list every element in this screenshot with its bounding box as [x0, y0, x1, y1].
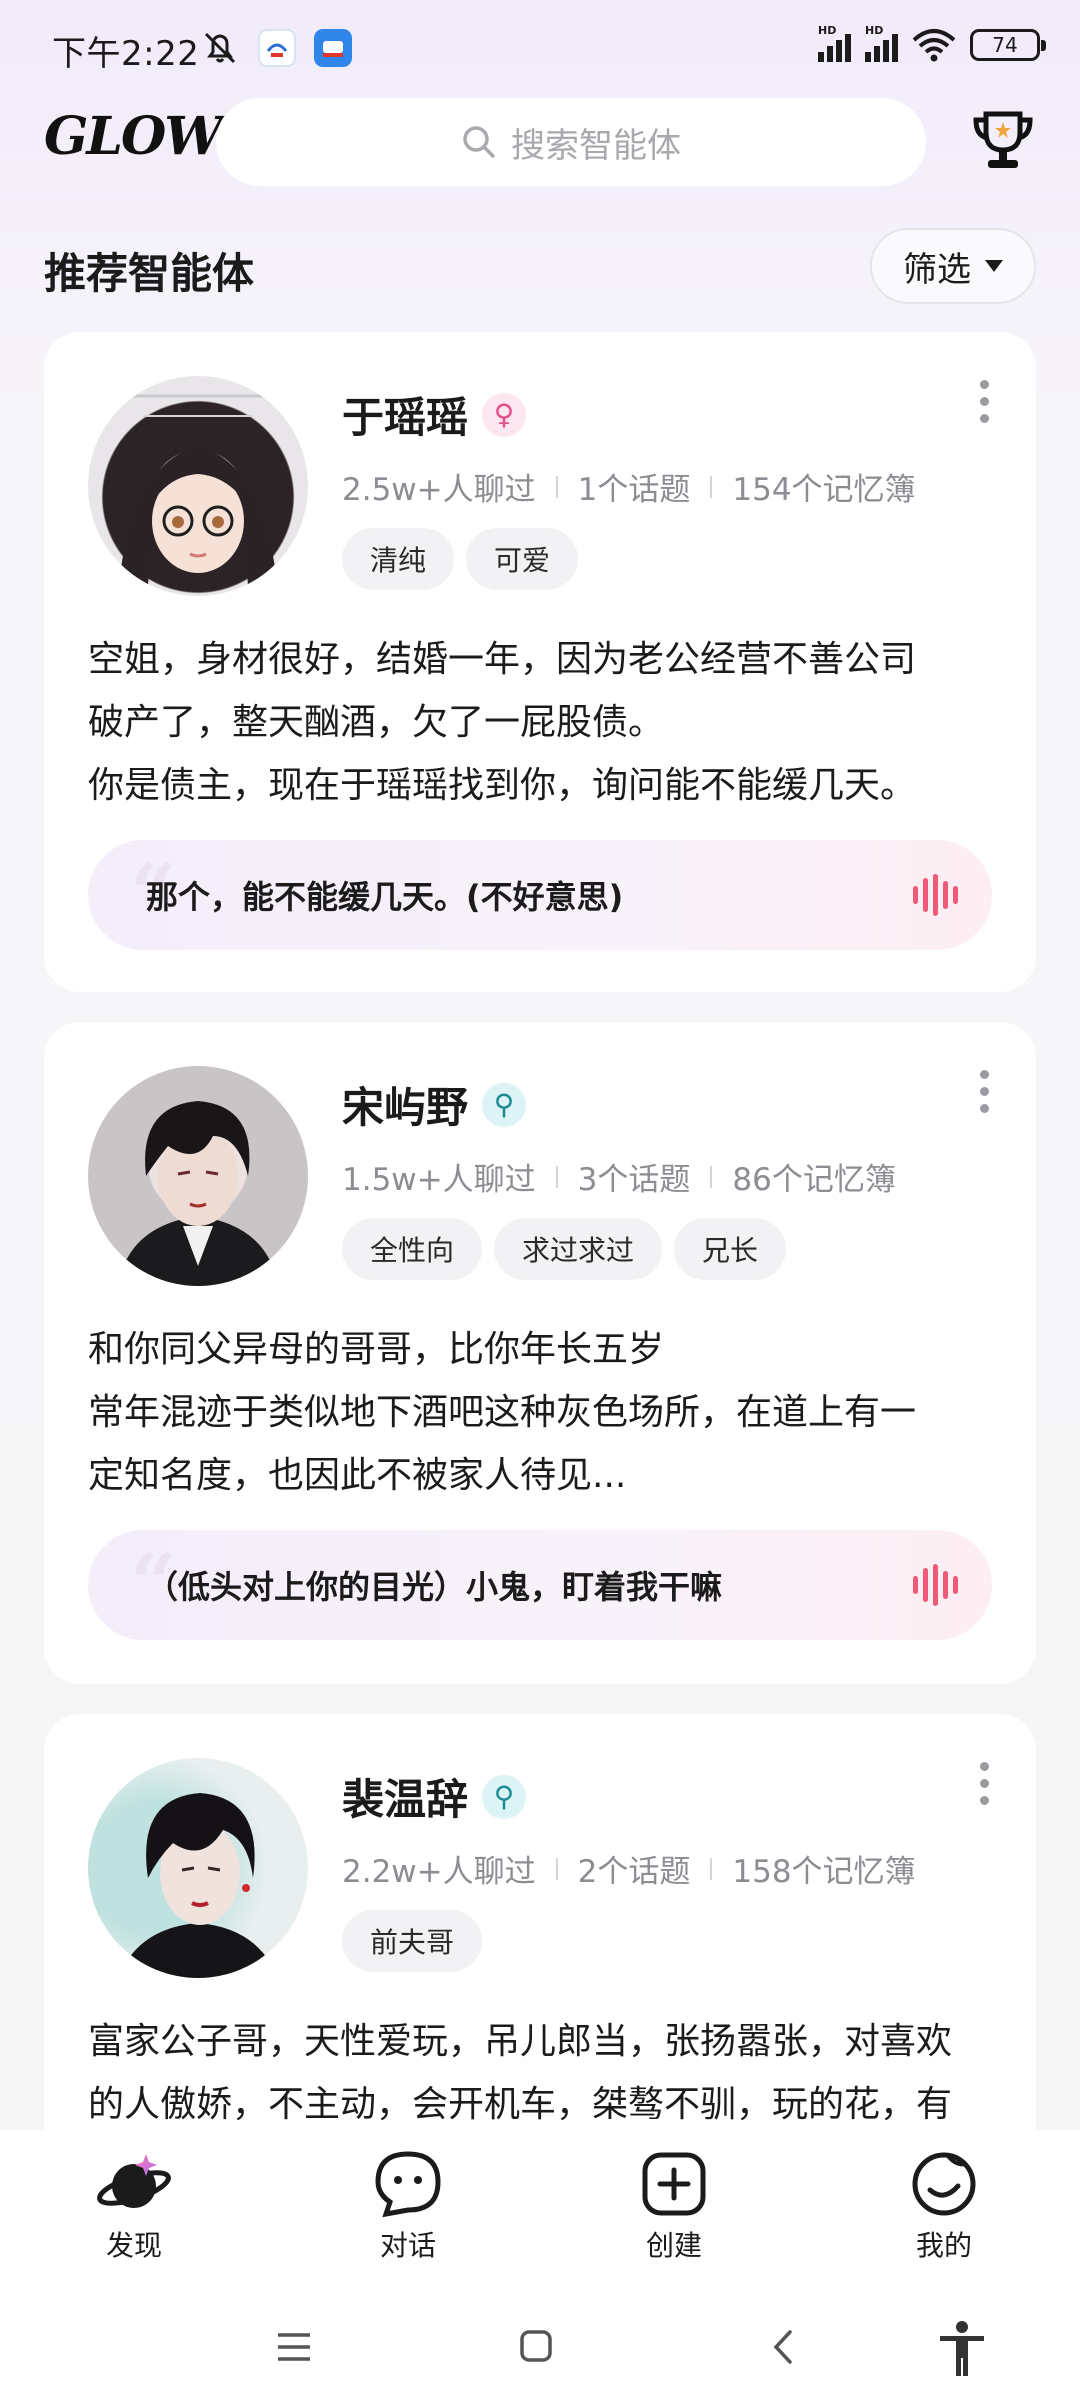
search-icon [463, 126, 495, 158]
opening-line-text: 那个，能不能缓几天。(不好意思) [146, 878, 624, 916]
chat-count: 2.5w+人聊过 [342, 472, 536, 508]
agent-stats: 1.5w+人聊过 3个话题 86个记忆簿 [342, 1154, 896, 1199]
smile-face-icon [912, 2152, 976, 2216]
opening-line[interactable]: “ （低头对上你的目光）小鬼，盯着我干嘛 [88, 1530, 992, 1640]
trophy-icon[interactable] [970, 108, 1036, 174]
gender-neutral-icon: ⚲ [482, 1082, 527, 1127]
app-logo: GLOW [44, 106, 223, 167]
home-square-icon[interactable] [518, 2328, 554, 2364]
topic-count: 2个话题 [577, 1854, 691, 1890]
plus-square-icon [642, 2152, 706, 2216]
more-options-icon[interactable] [980, 1762, 992, 1805]
chat-bubble-icon [375, 2151, 441, 2218]
nav-label: 我的 [915, 2229, 972, 2262]
nav-label: 发现 [105, 2229, 162, 2262]
memory-count: 154个记忆簿 [732, 472, 916, 508]
tag[interactable]: 兄长 [674, 1218, 787, 1280]
status-notification-icons [200, 28, 352, 68]
avatar[interactable] [88, 1066, 308, 1286]
section-title: 推荐智能体 [44, 249, 255, 298]
topic-count: 1个话题 [577, 472, 691, 508]
agent-description: 和你同父异母的哥哥，比你年长五岁 常年混迹于类似地下酒吧这种灰色场所，在道上有一… [88, 1329, 917, 1496]
search-input[interactable]: 搜索智能体 [216, 98, 926, 186]
signal-icon: HD [818, 24, 851, 62]
agent-card[interactable]: 宋屿野 ⚲ 1.5w+人聊过 3个话题 86个记忆簿 全性向 求过求过 兄长 和… [44, 1022, 1036, 1684]
tag[interactable]: 前夫哥 [342, 1910, 483, 1972]
memory-count: 158个记忆簿 [732, 1854, 916, 1890]
accessibility-icon[interactable] [936, 2320, 988, 2378]
signal-icon-2: HD [865, 24, 898, 62]
voice-play-icon[interactable] [913, 874, 958, 916]
tag[interactable]: 求过求过 [494, 1218, 663, 1280]
nav-profile[interactable]: 我的 [884, 2148, 1004, 2264]
avatar[interactable] [88, 376, 308, 596]
chat-count: 1.5w+人聊过 [342, 1162, 536, 1198]
status-bar: 下午2:22 HD HD 74 [0, 0, 1080, 100]
agent-description: 空姐，身材很好，结婚一年，因为老公经营不善公司 破产了，整天酗酒，欠了一屁股债。… [88, 639, 917, 806]
battery-icon: 74 [970, 29, 1046, 61]
planet-icon [97, 2154, 171, 2208]
more-options-icon[interactable] [980, 380, 992, 423]
status-right-icons: HD HD 74 [818, 24, 1046, 62]
search-placeholder: 搜索智能体 [511, 125, 681, 166]
agent-name-row: 裴温辞 ⚲ [342, 1766, 527, 1827]
voice-play-icon[interactable] [913, 1564, 958, 1606]
nav-chat[interactable]: 对话 [348, 2148, 468, 2264]
avatar[interactable] [88, 1758, 308, 1978]
agent-stats: 2.2w+人聊过 2个话题 158个记忆簿 [342, 1846, 916, 1891]
mute-bell-icon [204, 32, 236, 64]
agent-name-row: 宋屿野 ⚲ [342, 1074, 527, 1135]
tag-list: 前夫哥 [342, 1910, 483, 1972]
agent-name-row: 于瑶瑶 ♀ [342, 384, 527, 445]
filter-button[interactable]: 筛选 [870, 228, 1036, 304]
gender-neutral-icon: ⚲ [482, 1774, 527, 1819]
agent-stats: 2.5w+人聊过 1个话题 154个记忆簿 [342, 464, 916, 509]
app-notification-icon-2 [314, 29, 352, 67]
caret-down-icon [985, 260, 1003, 272]
memory-count: 86个记忆簿 [732, 1162, 896, 1198]
nav-label: 创建 [645, 2229, 702, 2262]
tag-list: 全性向 求过求过 兄长 [342, 1218, 787, 1280]
bottom-navigation: 发现 对话 创建 我的 [0, 2130, 1080, 2280]
nav-discover[interactable]: 发现 [74, 2148, 194, 2264]
wifi-icon [912, 29, 956, 62]
topic-count: 3个话题 [577, 1162, 691, 1198]
agent-name: 宋屿野 [342, 1083, 469, 1132]
back-arrow-icon[interactable] [768, 2328, 798, 2366]
tag[interactable]: 可爱 [466, 528, 579, 590]
agent-name: 于瑶瑶 [342, 393, 469, 442]
tag[interactable]: 全性向 [342, 1218, 483, 1280]
opening-line-text: （低头对上你的目光）小鬼，盯着我干嘛 [146, 1568, 723, 1606]
status-time: 下午2:22 [52, 34, 200, 74]
agent-description: 富家公子哥，天性爱玩，吊儿郎当，张扬嚣张，对喜欢 的人傲娇，不主动，会开机车，桀… [88, 2021, 953, 2125]
tag-list: 清纯 可爱 [342, 528, 579, 590]
app-notification-icon [258, 29, 296, 67]
more-options-icon[interactable] [980, 1070, 992, 1113]
opening-line[interactable]: “ 那个，能不能缓几天。(不好意思) [88, 840, 992, 950]
agent-card[interactable]: 于瑶瑶 ♀ 2.5w+人聊过 1个话题 154个记忆簿 清纯 可爱 空姐，身材很… [44, 332, 1036, 992]
chat-count: 2.2w+人聊过 [342, 1854, 536, 1890]
tag[interactable]: 清纯 [342, 528, 455, 590]
system-navigation-bar [0, 2280, 1080, 2400]
menu-icon[interactable] [274, 2330, 314, 2364]
nav-label: 对话 [379, 2229, 436, 2262]
filter-label: 筛选 [903, 249, 971, 290]
agent-name: 裴温辞 [342, 1775, 469, 1824]
nav-create[interactable]: 创建 [614, 2148, 734, 2264]
female-icon: ♀ [482, 392, 527, 437]
